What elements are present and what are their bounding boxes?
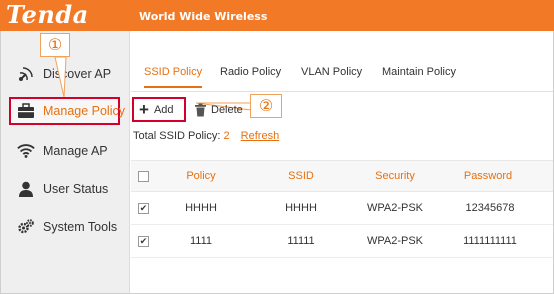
- cell-password: 1111111111: [463, 235, 517, 247]
- delete-button-label: Delete: [211, 104, 243, 116]
- cell-policy: HHHH: [185, 202, 217, 214]
- cell-ssid: 11111: [287, 235, 315, 247]
- tab-radio-policy[interactable]: Radio Policy: [220, 56, 281, 88]
- table-header: Policy SSID Security Password: [131, 160, 553, 192]
- delete-button[interactable]: Delete: [194, 100, 243, 120]
- trash-icon: [194, 103, 207, 117]
- row-checkbox[interactable]: ✔: [138, 236, 149, 247]
- cell-password: 12345678: [465, 202, 515, 214]
- policy-summary: Total SSID Policy: 2 Refresh: [133, 130, 279, 142]
- tab-ssid-policy[interactable]: SSID Policy: [144, 56, 203, 88]
- policy-tabs: SSID Policy Radio Policy VLAN Policy Mai…: [131, 56, 553, 92]
- cell-security: WPA2-PSK: [366, 202, 424, 214]
- select-all-checkbox[interactable]: [138, 171, 149, 182]
- table-row[interactable]: ✔ HHHH HHHH WPA2-PSK 12345678: [131, 192, 553, 225]
- policy-count: 2: [223, 130, 230, 142]
- row-checkbox[interactable]: ✔: [138, 203, 149, 214]
- refresh-link[interactable]: Refresh: [241, 130, 280, 142]
- table-row[interactable]: ✔ 1111 11111 WPA2-PSK 1111111111: [131, 225, 553, 258]
- annotation-marker-2: ②: [250, 94, 282, 118]
- column-header-policy: Policy: [186, 170, 216, 182]
- tab-vlan-policy[interactable]: VLAN Policy: [301, 56, 362, 88]
- column-header-password: Password: [463, 170, 513, 182]
- cell-policy: 1111: [189, 235, 213, 247]
- column-header-security: Security: [375, 170, 415, 182]
- cell-ssid: HHHH: [285, 202, 317, 214]
- summary-prefix: Total SSID Policy:: [133, 130, 221, 142]
- plus-icon: +: [139, 100, 149, 119]
- column-header-ssid: SSID: [288, 170, 314, 182]
- cell-security: WPA2-PSK: [366, 235, 424, 247]
- add-button-label: Add: [153, 103, 174, 116]
- add-button[interactable]: + Add: [132, 97, 186, 122]
- tab-maintain-policy[interactable]: Maintain Policy: [382, 56, 456, 88]
